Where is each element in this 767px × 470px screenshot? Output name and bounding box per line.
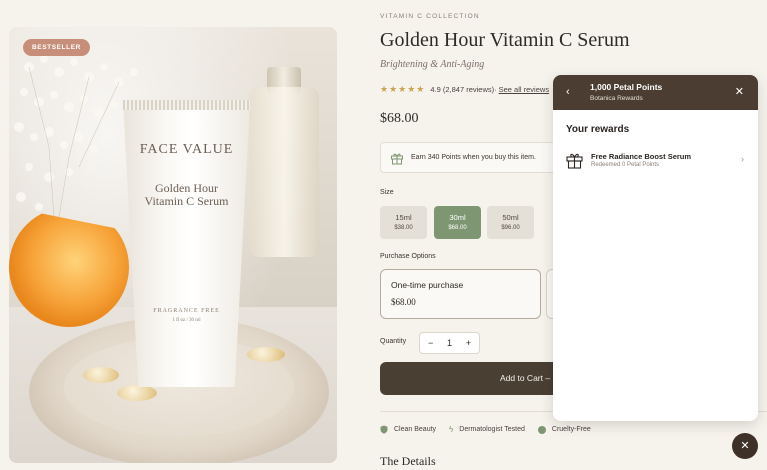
product-price: $68.00 [380, 111, 419, 126]
shield-icon [380, 425, 388, 434]
tube-fragrance-text: FRAGRANCE FREE [153, 308, 220, 314]
chevron-left-icon[interactable]: ‹ [566, 86, 570, 98]
tube-name-line1: Golden Hour [155, 181, 218, 195]
points-earn-text: Earn 340 Points when you buy this item. [411, 154, 536, 161]
dot-icon [537, 425, 546, 434]
feature-clean-beauty: Clean Beauty [380, 425, 436, 434]
tube-brand-text: FACE VALUE [139, 142, 234, 157]
reward-title: Free Radiance Boost Serum [591, 152, 692, 161]
add-to-cart-button[interactable]: Add to Cart – [380, 362, 580, 395]
tube-name-line2: Vitamin C Serum [144, 194, 229, 208]
purchase-option-price: $68.00 [391, 297, 416, 307]
quantity-label: Quantity [380, 338, 407, 345]
sparkle-icon: ϟ [449, 425, 454, 434]
feature-label: Dermatologist Tested [459, 426, 525, 433]
feature-cruelty-free: Cruelty-Free [537, 425, 591, 434]
rewards-panel: ‹ 1,000 Petal Points Botanica Rewards ✕ … [553, 75, 758, 421]
details-heading: The Details [380, 454, 436, 468]
quantity-value: 1 [446, 338, 452, 348]
product-title: Golden Hour Vitamin C Serum [380, 29, 630, 51]
star-rating-icon: ★★★★★ [380, 84, 426, 94]
feature-dermatologist-tested: ϟ Dermatologist Tested [449, 425, 525, 434]
rewards-panel-header: ‹ 1,000 Petal Points Botanica Rewards ✕ [553, 75, 758, 110]
gift-icon [566, 153, 583, 169]
gift-icon [391, 153, 403, 164]
quantity-decrease-button[interactable]: − [428, 338, 433, 348]
size-name: 30ml [449, 213, 466, 222]
background-bottle [249, 87, 319, 257]
rewards-program-name: Botanica Rewards [590, 95, 643, 102]
collection-label: VITAMIN C COLLECTION [380, 13, 480, 20]
petal-points-balance: 1,000 Petal Points [590, 82, 663, 92]
reward-subtitle: Redeemed 0 Petal Points [591, 162, 660, 168]
purchase-options-label: Purchase Options [380, 253, 436, 260]
size-option-30ml[interactable]: 30ml $68.00 [434, 206, 481, 239]
serum-drop [117, 385, 157, 401]
rating-row: ★★★★★ 4.9 (2,847 reviews)· See all revie… [380, 84, 549, 95]
size-price: $38.00 [394, 225, 413, 231]
feature-badges: Clean Beauty ϟ Dermatologist Tested Crue… [380, 425, 604, 434]
serum-tube: FACE VALUE Golden Hour Vitamin C Serum F… [123, 100, 250, 387]
serum-drop [247, 347, 285, 362]
rating-text: 4.9 (2,847 reviews)· [430, 85, 497, 94]
see-all-reviews-link[interactable]: See all reviews [499, 85, 549, 94]
points-earn-banner: Earn 340 Points when you buy this item. [380, 142, 560, 173]
quantity-stepper: − 1 + [419, 332, 480, 354]
feature-label: Cruelty-Free [551, 426, 591, 433]
size-option-50ml[interactable]: 50ml $96.00 [487, 206, 534, 239]
chevron-right-icon: › [741, 154, 744, 164]
purchase-option-title: One-time purchase [391, 280, 464, 290]
size-option-15ml[interactable]: 15ml $38.00 [380, 206, 427, 239]
quantity-increase-button[interactable]: + [466, 338, 471, 348]
close-icon[interactable]: ✕ [735, 85, 744, 98]
size-label: Size [380, 189, 394, 196]
serum-drop [83, 367, 119, 383]
bestseller-badge: BESTSELLER [23, 39, 90, 56]
close-rewards-fab[interactable]: ✕ [732, 433, 758, 459]
size-price: $96.00 [501, 225, 520, 231]
feature-label: Clean Beauty [394, 426, 437, 433]
size-name: 15ml [395, 213, 412, 222]
your-rewards-heading: Your rewards [566, 124, 630, 135]
product-subtitle: Brightening & Anti-Aging [380, 59, 485, 70]
tube-crimp [123, 100, 250, 110]
size-price: $68.00 [448, 225, 467, 231]
size-name: 50ml [502, 213, 519, 222]
reward-item[interactable]: Free Radiance Boost Serum Redeemed 0 Pet… [566, 151, 746, 173]
one-time-purchase-option[interactable]: One-time purchase $68.00 [380, 269, 541, 319]
close-icon: ✕ [740, 440, 750, 452]
tube-volume-text: 1 fl oz / 30 ml [172, 318, 201, 323]
tube-product-name: Golden Hour Vitamin C Serum [123, 182, 250, 208]
